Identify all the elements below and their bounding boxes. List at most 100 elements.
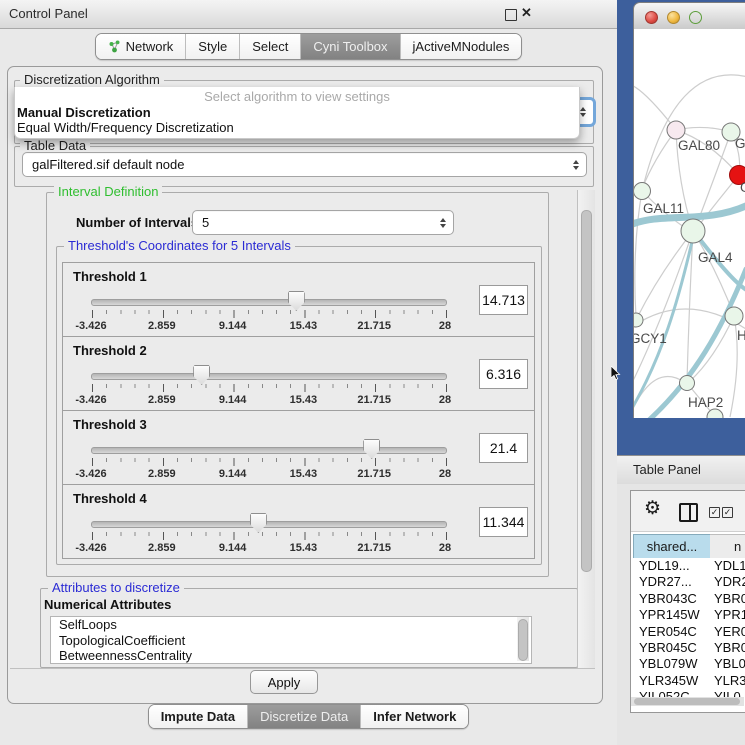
attribute-list-item[interactable]: TopologicalCoefficient bbox=[51, 633, 531, 649]
node-gal11[interactable] bbox=[634, 183, 651, 200]
table-data-combo[interactable]: galFiltered.sif default node bbox=[22, 152, 587, 177]
table-rows[interactable]: YDL19...YDL1YDR27...YDR2YBR043CYBR0YPR14… bbox=[633, 558, 745, 697]
slider-tick-labels: -3.4262.8599.14415.4321.71528 bbox=[91, 542, 445, 554]
threshold-4-slider-thumb[interactable] bbox=[250, 513, 267, 533]
numerical-attributes-list[interactable]: SelfLoopsTopologicalCoefficientBetweenne… bbox=[50, 616, 532, 664]
table-row[interactable]: YBR045CYBR0 bbox=[633, 640, 745, 656]
tab-impute-data-label: Impute Data bbox=[161, 709, 235, 724]
checkbox-icon[interactable]: ✓ bbox=[722, 507, 733, 518]
tick-label: -3.426 bbox=[75, 320, 106, 332]
table-row[interactable]: YBR043CYBR0 bbox=[633, 591, 745, 607]
zoom-traffic-light[interactable] bbox=[689, 11, 702, 24]
algorithm-option-equal-width[interactable]: Equal Width/Frequency Discretization bbox=[15, 120, 579, 135]
tick-label: 2.859 bbox=[148, 394, 176, 406]
combo-arrows-icon bbox=[440, 218, 446, 228]
cell-shared-name: YIL052C bbox=[639, 689, 690, 697]
column-header-name[interactable]: n bbox=[710, 534, 745, 559]
table-data-group-label: Table Data bbox=[20, 139, 90, 152]
top-tab-bar: Network Style Select Cyni Toolbox jActiv… bbox=[0, 33, 617, 60]
tick-label: 15.43 bbox=[290, 320, 318, 332]
attributes-scrollbar-thumb[interactable] bbox=[518, 619, 528, 661]
tab-infer-network-label: Infer Network bbox=[373, 709, 456, 724]
threshold-1-slider-track[interactable] bbox=[91, 299, 447, 306]
column-header-shared-name[interactable]: shared... bbox=[633, 534, 711, 559]
threshold-1-slider-thumb[interactable] bbox=[288, 291, 305, 311]
table-horizontal-scrollbar[interactable] bbox=[631, 697, 744, 706]
algorithm-dropdown-popup: Select algorithm to view settings Manual… bbox=[14, 87, 580, 139]
interval-definition-group-label: Interval Definition bbox=[54, 185, 162, 198]
hscrollbar-thumb[interactable] bbox=[634, 698, 740, 705]
columns-icon[interactable] bbox=[679, 503, 698, 522]
tab-jactivemnodules[interactable]: jActiveMNodules bbox=[401, 34, 522, 59]
tab-impute-data[interactable]: Impute Data bbox=[149, 705, 248, 728]
node-label-his: H bbox=[737, 328, 745, 343]
threshold-4-value-input[interactable] bbox=[479, 507, 528, 537]
tab-discretize-data[interactable]: Discretize Data bbox=[248, 705, 361, 728]
node-gal4[interactable] bbox=[681, 219, 705, 243]
threshold-2-value-input[interactable] bbox=[479, 359, 528, 389]
node-gcy1[interactable] bbox=[634, 313, 643, 327]
checkbox-icon[interactable]: ✓ bbox=[709, 507, 720, 518]
numerical-attributes-heading: Numerical Attributes bbox=[44, 597, 171, 612]
slider-ticks bbox=[92, 310, 448, 318]
threshold-3-value-input[interactable] bbox=[479, 433, 528, 463]
tab-style[interactable]: Style bbox=[186, 34, 240, 59]
threshold-3-slider-track[interactable] bbox=[91, 447, 447, 454]
tab-infer-network[interactable]: Infer Network bbox=[361, 705, 468, 728]
tab-jactivemnodules-label: jActiveMNodules bbox=[413, 39, 510, 54]
slider-tick-labels: -3.4262.8599.14415.4321.71528 bbox=[91, 468, 445, 480]
control-panel-titlebar: Control Panel ✕ bbox=[0, 0, 617, 29]
tick-label: -3.426 bbox=[75, 468, 106, 480]
node-gal80[interactable] bbox=[667, 121, 685, 139]
combo-arrows-icon bbox=[573, 160, 579, 170]
table-row[interactable]: YPR145WYPR1 bbox=[633, 607, 745, 623]
slider-ticks bbox=[92, 532, 448, 540]
float-window-icon[interactable] bbox=[505, 9, 517, 21]
threshold-1-label: Threshold 1 bbox=[73, 269, 147, 284]
attributes-list-scrollbar[interactable] bbox=[517, 617, 529, 661]
tick-label: 21.715 bbox=[357, 320, 391, 332]
tab-network-label: Network bbox=[126, 39, 174, 54]
table-row[interactable]: YBL079WYBL0 bbox=[633, 656, 745, 672]
node-hap2[interactable] bbox=[680, 376, 695, 391]
close-traffic-light[interactable] bbox=[645, 11, 658, 24]
threshold-3-slider-thumb[interactable] bbox=[363, 439, 380, 459]
apply-button-label: Apply bbox=[268, 675, 301, 690]
apply-button[interactable]: Apply bbox=[250, 670, 318, 694]
minimize-traffic-light[interactable] bbox=[667, 11, 680, 24]
attribute-list-item[interactable]: SelfLoops bbox=[51, 617, 531, 633]
tab-select[interactable]: Select bbox=[240, 34, 301, 59]
algorithm-option-manual[interactable]: Manual Discretization bbox=[15, 105, 579, 120]
attribute-list-item[interactable]: BetweennessCentrality bbox=[51, 648, 531, 664]
bottom-tab-bar: Impute Data Discretize Data Infer Networ… bbox=[0, 704, 617, 729]
tab-network[interactable]: Network bbox=[96, 34, 187, 59]
threshold-4-slider-track[interactable] bbox=[91, 521, 447, 528]
threshold-4-panel: Threshold 4 -3.4262.8599.14415.4321.7152… bbox=[62, 484, 535, 559]
cell-name: YDR2 bbox=[714, 574, 745, 589]
threshold-2-panel: Threshold 2 -3.4262.8599.14415.4321.7152… bbox=[62, 336, 535, 411]
tab-cyni-toolbox[interactable]: Cyni Toolbox bbox=[301, 34, 400, 59]
node-label-gcy1: GCY1 bbox=[634, 331, 667, 346]
network-canvas[interactable]: GAL80 GAL G GAL11 GAL4 GCY1 H HAP2 bbox=[633, 29, 745, 418]
table-row[interactable]: YDL19...YDL1 bbox=[633, 558, 745, 574]
settings-scrollbar[interactable] bbox=[578, 190, 595, 668]
cell-name: YLR3 bbox=[714, 673, 745, 688]
settings-scrollbar-thumb[interactable] bbox=[581, 210, 592, 572]
table-row[interactable]: YDR27...YDR2 bbox=[633, 574, 745, 590]
close-icon[interactable]: ✕ bbox=[521, 5, 532, 21]
number-of-intervals-label: Number of Intervals bbox=[76, 215, 198, 230]
cell-name: YER0 bbox=[714, 624, 745, 639]
top-tab-control: Network Style Select Cyni Toolbox jActiv… bbox=[95, 33, 523, 60]
threshold-1-value-input[interactable] bbox=[479, 285, 528, 315]
table-row[interactable]: YLR345WYLR3 bbox=[633, 673, 745, 689]
table-row[interactable]: YER054CYER0 bbox=[633, 624, 745, 640]
threshold-2-slider-thumb[interactable] bbox=[193, 365, 210, 385]
tick-label: 2.859 bbox=[148, 542, 176, 554]
gear-icon[interactable]: ⚙ bbox=[644, 499, 661, 519]
table-row[interactable]: YIL052CYIL0 bbox=[633, 689, 745, 697]
threshold-2-slider-track[interactable] bbox=[91, 373, 447, 380]
number-of-intervals-combo[interactable]: 5 bbox=[192, 210, 454, 235]
mouse-cursor bbox=[611, 366, 622, 381]
discretization-algorithm-group-label: Discretization Algorithm bbox=[20, 73, 164, 86]
node-his[interactable] bbox=[725, 307, 743, 325]
